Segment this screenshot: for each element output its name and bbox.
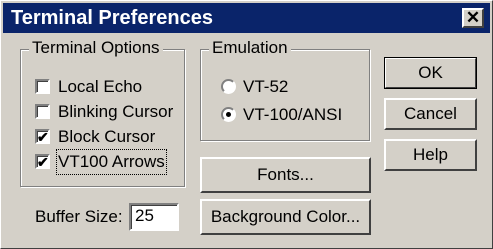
terminal-preferences-dialog: Terminal Preferences ✕ Terminal Options … bbox=[0, 0, 493, 249]
buffer-size-input[interactable]: 25 bbox=[129, 203, 179, 231]
radio-selected-dot bbox=[226, 112, 231, 117]
block-cursor-check-box[interactable]: ✔ bbox=[35, 129, 50, 144]
local-echo-check-box[interactable] bbox=[35, 79, 50, 94]
blinking-cursor-label: Blinking Cursor bbox=[58, 102, 174, 121]
terminal-options-group: Terminal Options Local Echo Blinking Cur… bbox=[20, 38, 185, 187]
background-color-button-label: Background Color... bbox=[210, 207, 361, 226]
window-title: Terminal Preferences bbox=[11, 7, 213, 29]
ok-button[interactable]: OK bbox=[384, 57, 477, 89]
vt100-arrows-label: VT100 Arrows bbox=[56, 149, 167, 175]
emulation-group: Emulation VT-52 VT-100/ANSI bbox=[200, 38, 370, 141]
close-button[interactable]: ✕ bbox=[462, 8, 484, 28]
ok-button-label: OK bbox=[418, 63, 443, 82]
fonts-button[interactable]: Fonts... bbox=[200, 157, 371, 193]
terminal-options-legend: Terminal Options bbox=[29, 38, 163, 58]
emulation-legend: Emulation bbox=[209, 38, 291, 58]
blinking-cursor-check-box[interactable] bbox=[35, 104, 50, 119]
vt100-ansi-radio-circle[interactable] bbox=[221, 107, 236, 122]
help-button-label: Help bbox=[413, 145, 448, 164]
cancel-button[interactable]: Cancel bbox=[384, 98, 477, 130]
vt52-label: VT-52 bbox=[243, 77, 289, 96]
block-cursor-label: Block Cursor bbox=[58, 127, 156, 146]
title-bar[interactable]: Terminal Preferences ✕ bbox=[3, 3, 490, 33]
local-echo-label: Local Echo bbox=[58, 77, 143, 96]
background-color-button[interactable]: Background Color... bbox=[200, 199, 371, 235]
cancel-button-label: Cancel bbox=[404, 104, 457, 123]
vt100-arrows-check-box[interactable]: ✔ bbox=[35, 154, 50, 169]
vt52-radio-circle[interactable] bbox=[221, 79, 236, 94]
vt100-ansi-label: VT-100/ANSI bbox=[243, 105, 343, 124]
fonts-button-label: Fonts... bbox=[257, 165, 314, 184]
help-button[interactable]: Help bbox=[384, 139, 477, 171]
buffer-size-label: Buffer Size: bbox=[35, 207, 123, 226]
